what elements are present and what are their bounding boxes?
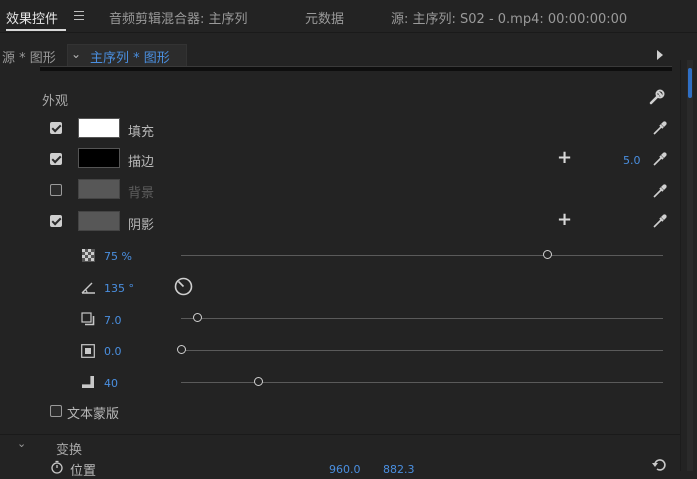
stroke-width-value[interactable]: 5.0 — [623, 154, 641, 167]
opacity-checker-icon — [82, 249, 95, 262]
scrollbar-thumb[interactable] — [688, 68, 692, 98]
tab-divider — [0, 32, 697, 33]
stroke-color-swatch[interactable] — [78, 148, 120, 168]
active-tab-underline — [6, 29, 66, 31]
panel-divider — [680, 60, 681, 471]
tab-source-monitor[interactable]: 源: 主序列: S02 - 0.mp4: 00:00:00:00 — [391, 8, 627, 27]
fill-checkbox[interactable] — [50, 122, 62, 134]
shadow-angle-value[interactable]: 135 ° — [104, 282, 134, 295]
shadow-opacity-slider[interactable] — [181, 255, 663, 256]
eyedropper-icon[interactable] — [652, 213, 668, 229]
position-y-value[interactable]: 882.3 — [383, 463, 415, 476]
stroke-label: 描边 — [128, 155, 155, 170]
eyedropper-icon[interactable] — [652, 151, 668, 167]
shadow-opacity-value[interactable]: 75 % — [104, 250, 132, 263]
vertical-scrollbar[interactable] — [687, 60, 693, 471]
shadow-checkbox[interactable] — [50, 215, 62, 227]
chevron-down-icon[interactable]: ⌄ — [17, 437, 26, 450]
wrench-icon[interactable] — [648, 88, 666, 106]
blur-icon — [82, 376, 94, 388]
size-icon — [81, 344, 95, 358]
stroke-checkbox[interactable] — [50, 153, 62, 165]
stopwatch-icon[interactable] — [50, 460, 64, 474]
shadow-color-swatch[interactable] — [78, 211, 120, 231]
distance-icon — [81, 312, 95, 326]
shadow-size-slider-knob[interactable] — [176, 345, 186, 354]
angle-icon — [81, 282, 95, 294]
reset-icon[interactable] — [652, 458, 667, 472]
tab-metadata[interactable]: 元数据 — [305, 8, 344, 27]
play-triangle-icon[interactable] — [657, 50, 663, 60]
position-x-value[interactable]: 960.0 — [329, 463, 361, 476]
add-stroke-plus-icon[interactable]: + — [557, 149, 572, 167]
section-divider — [0, 434, 680, 435]
position-label: 位置 — [70, 464, 97, 479]
chevron-down-icon[interactable]: ⌄ — [71, 47, 81, 61]
shadow-size-value[interactable]: 0.0 — [104, 345, 122, 358]
text-mask-checkbox[interactable] — [50, 405, 62, 417]
background-label: 背景 — [128, 186, 155, 201]
shadow-blur-slider-knob[interactable] — [253, 377, 263, 386]
shadow-distance-slider[interactable] — [181, 318, 663, 319]
add-shadow-plus-icon[interactable]: + — [557, 211, 572, 229]
shadow-blur-value[interactable]: 40 — [104, 377, 118, 390]
source-clip-label: 源 * 图形 — [2, 51, 56, 66]
appearance-section-title: 外观 — [42, 94, 69, 109]
eyedropper-icon[interactable] — [652, 120, 668, 136]
shadow-distance-value[interactable]: 7.0 — [104, 314, 122, 327]
fill-label: 填充 — [128, 125, 155, 140]
shadow-distance-slider-knob[interactable] — [193, 313, 203, 322]
shadow-size-slider[interactable] — [181, 350, 663, 351]
fill-color-swatch[interactable] — [78, 118, 120, 138]
mini-timeline-bar[interactable] — [40, 67, 672, 71]
transform-section-title: 变换 — [56, 443, 83, 458]
shadow-opacity-slider-knob[interactable] — [542, 250, 552, 259]
text-mask-label: 文本蒙版 — [67, 407, 120, 422]
sequence-clip-label[interactable]: 主序列 * 图形 — [90, 47, 170, 66]
panel-menu-icon[interactable] — [74, 11, 84, 20]
tab-audio-clip-mixer[interactable]: 音频剪辑混合器: 主序列 — [109, 8, 248, 27]
tab-effect-controls[interactable]: 效果控件 — [6, 8, 58, 27]
angle-dial-icon[interactable] — [174, 277, 193, 296]
eyedropper-icon[interactable] — [652, 183, 668, 199]
shadow-label: 阴影 — [128, 218, 155, 233]
background-checkbox[interactable] — [50, 184, 62, 196]
background-color-swatch[interactable] — [78, 179, 120, 199]
